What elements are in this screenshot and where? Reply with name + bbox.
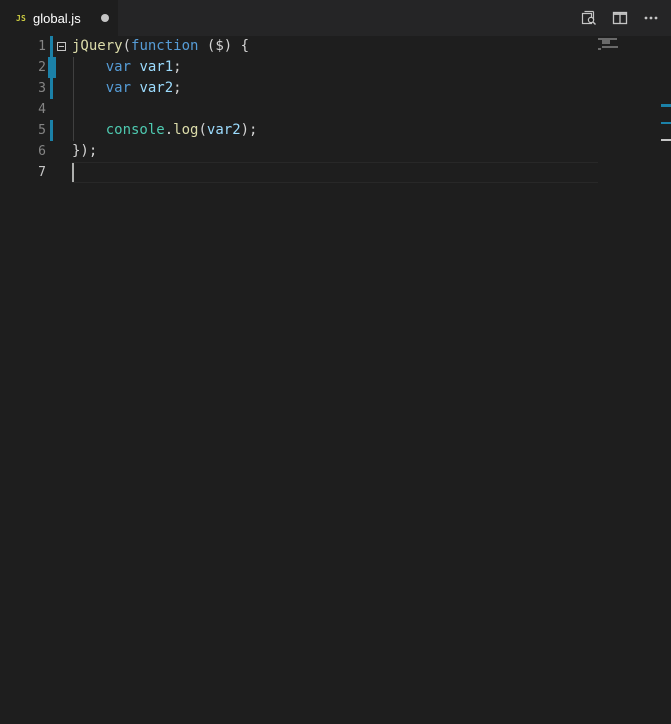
scrollbar-change-marker xyxy=(661,122,671,124)
code-line[interactable]: var var1; xyxy=(72,57,182,78)
code-token: ( xyxy=(198,122,207,138)
javascript-file-icon: JS xyxy=(16,13,27,23)
more-actions-button[interactable] xyxy=(640,7,662,29)
code-token: $ xyxy=(215,38,224,54)
fold-collapse-icon[interactable] xyxy=(57,42,66,51)
code-line[interactable]: console.log(var2); xyxy=(72,120,258,141)
code-area[interactable]: jQuery(function ($) { var var1; var var2… xyxy=(72,36,600,724)
code-token: function xyxy=(131,38,199,54)
editor-actions xyxy=(578,0,671,36)
split-editor-button[interactable] xyxy=(609,7,631,29)
code-token: console xyxy=(105,122,165,138)
code-editor[interactable]: 1234567 jQuery(function ($) { var var1; … xyxy=(0,36,671,724)
tab-bar: JS global.js xyxy=(0,0,671,36)
vertical-scrollbar[interactable] xyxy=(660,36,671,724)
code-token: ; xyxy=(173,59,182,75)
minimap[interactable] xyxy=(598,36,660,724)
git-modified-marker[interactable] xyxy=(50,120,53,141)
line-number[interactable]: 1 xyxy=(0,36,46,57)
line-number-gutter: 1234567 xyxy=(0,36,72,724)
minimap-line xyxy=(601,46,618,48)
line-number[interactable]: 5 xyxy=(0,120,46,141)
code-token: ) { xyxy=(223,38,250,54)
line-number[interactable]: 4 xyxy=(0,99,46,120)
code-token: var xyxy=(105,80,132,96)
tab-label: global.js xyxy=(33,10,81,26)
open-changes-button[interactable] xyxy=(578,7,600,29)
line-number[interactable]: 6 xyxy=(0,141,46,162)
line-number[interactable]: 3 xyxy=(0,78,46,99)
git-modified-marker[interactable] xyxy=(50,36,53,57)
tab-global-js[interactable]: JS global.js xyxy=(0,0,118,36)
minimap-line xyxy=(601,42,610,44)
code-token: log xyxy=(173,122,199,138)
scrollbar-change-marker xyxy=(661,104,671,107)
more-actions-icon xyxy=(644,16,658,20)
code-line[interactable]: jQuery(function ($) { xyxy=(72,36,249,57)
code-token: var xyxy=(105,59,132,75)
code-token: ( xyxy=(122,38,132,54)
code-token: . xyxy=(164,122,174,138)
minimap-line xyxy=(598,48,601,50)
code-token: jQuery xyxy=(72,38,123,54)
split-editor-icon xyxy=(612,11,628,25)
unsaved-changes-dot-icon[interactable] xyxy=(101,14,109,22)
line-number[interactable]: 7 xyxy=(0,162,46,183)
code-token: }); xyxy=(72,143,98,159)
scrollbar-cursor-marker xyxy=(661,139,671,141)
git-modified-marker[interactable] xyxy=(50,78,53,99)
code-token: var2 xyxy=(206,122,241,138)
git-modified-marker[interactable] xyxy=(48,57,56,78)
code-token: ; xyxy=(173,80,182,96)
code-line[interactable]: }); xyxy=(72,141,97,162)
code-token: ); xyxy=(240,122,258,138)
line-number[interactable]: 2 xyxy=(0,57,46,78)
code-token: ( xyxy=(198,38,216,54)
code-token: var2 xyxy=(139,80,174,96)
code-line[interactable]: var var2; xyxy=(72,78,182,99)
editor-window: JS global.js 1 2 3 4 5 6 7 jQuery(functi… xyxy=(0,0,671,724)
text-cursor xyxy=(72,163,74,182)
code-token: var1 xyxy=(139,59,174,75)
open-changes-icon xyxy=(581,10,596,25)
